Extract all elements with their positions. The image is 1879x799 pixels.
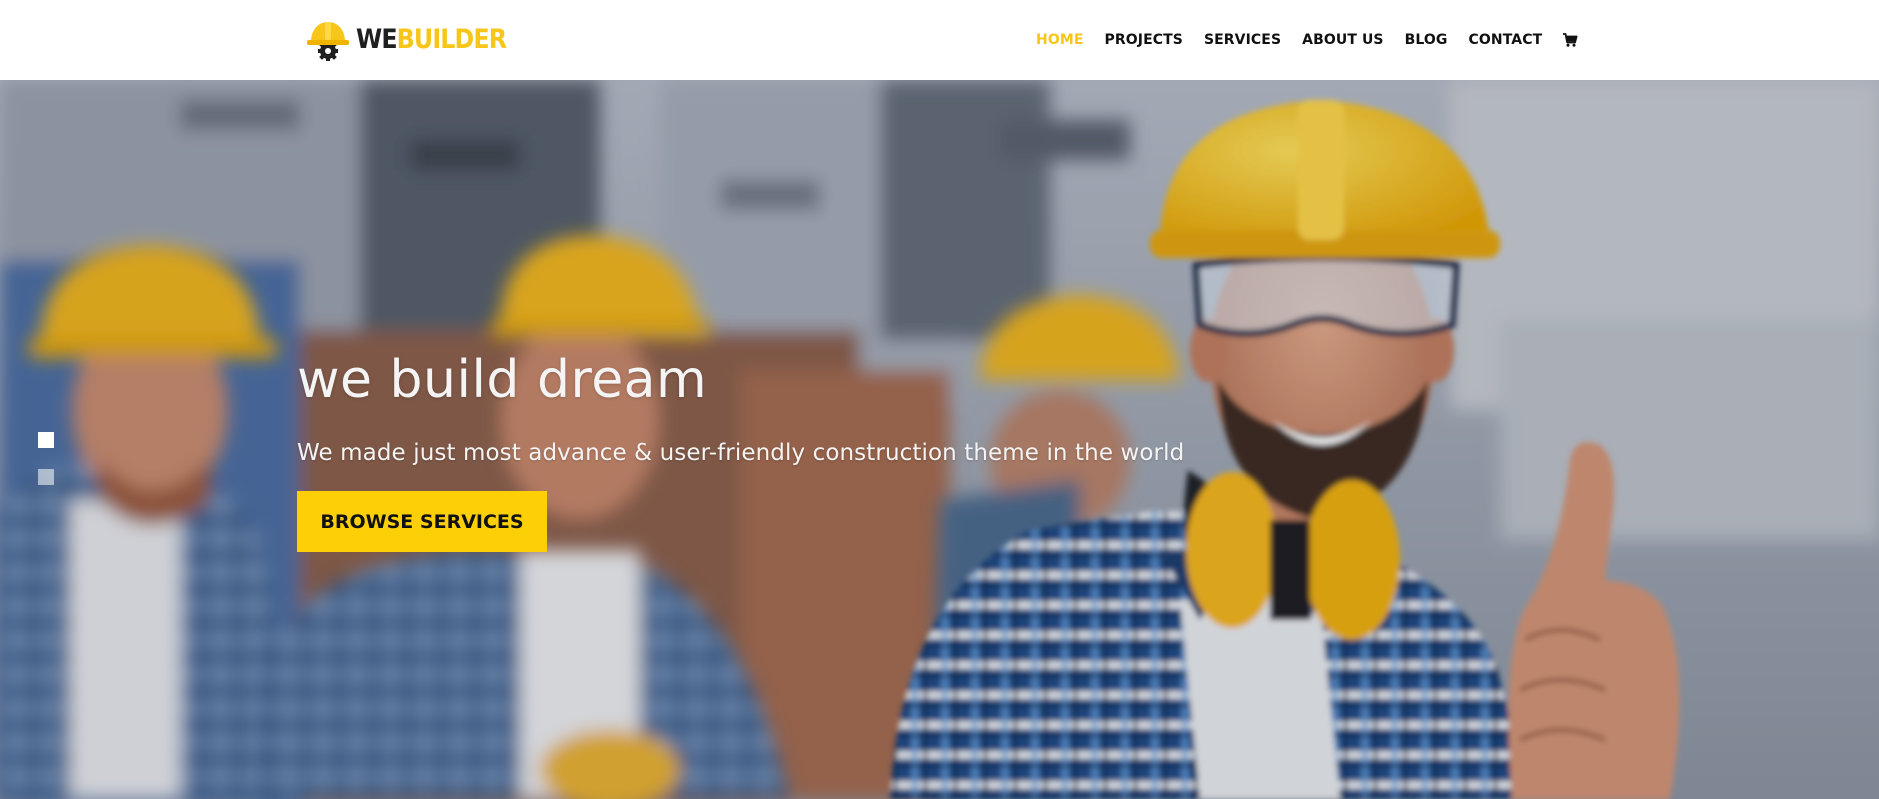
nav-item-blog[interactable]: BLOG xyxy=(1405,32,1448,48)
hero-slider: we build dream We made just most advance… xyxy=(0,80,1879,799)
nav-item-about-us[interactable]: ABOUT US xyxy=(1302,32,1383,48)
browse-services-button[interactable]: BROWSE SERVICES xyxy=(297,491,547,552)
site-header: WEBUILDER HOME PROJECTS SERVICES ABOUT U… xyxy=(0,0,1879,80)
slider-dots xyxy=(38,432,54,506)
hard-hat-gear-icon xyxy=(307,22,349,61)
logo-text-builder: BUILDER xyxy=(396,24,507,55)
nav-item-home[interactable]: HOME xyxy=(1036,32,1084,48)
site-logo[interactable]: WEBUILDER xyxy=(306,18,527,62)
nav-item-contact[interactable]: CONTACT xyxy=(1469,32,1543,48)
logo-text: WEBUILDER xyxy=(356,18,507,62)
slider-dot-1[interactable] xyxy=(38,432,54,448)
hero-subtitle: We made just most advance & user-friendl… xyxy=(297,440,1185,466)
hero-title: we build dream xyxy=(297,350,708,410)
nav-item-projects[interactable]: PROJECTS xyxy=(1105,32,1183,48)
cart-icon[interactable] xyxy=(1562,32,1578,48)
nav-item-services[interactable]: SERVICES xyxy=(1204,32,1281,48)
logo-text-we: WE xyxy=(356,24,398,55)
main-nav: HOME PROJECTS SERVICES ABOUT US BLOG CON… xyxy=(1036,0,1578,80)
slider-dot-2[interactable] xyxy=(38,469,54,485)
